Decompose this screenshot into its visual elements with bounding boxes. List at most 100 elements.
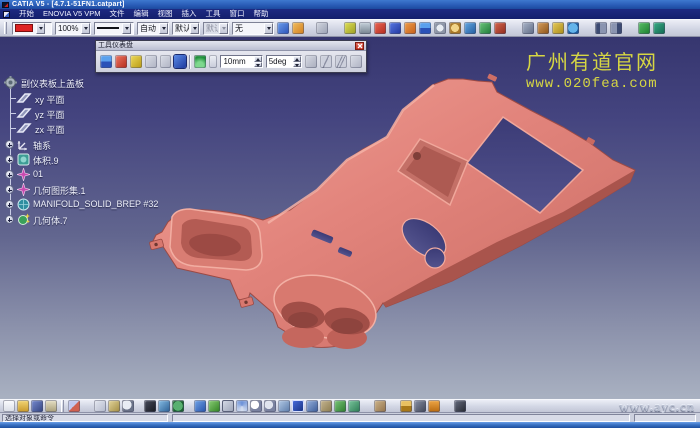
menu-start[interactable]: 开始: [19, 10, 34, 18]
pan-icon[interactable]: [222, 400, 234, 412]
expand-plus-icon[interactable]: [5, 155, 14, 164]
car-icon[interactable]: [389, 22, 401, 34]
print-icon[interactable]: [45, 400, 57, 412]
expand-plus-icon[interactable]: [5, 200, 14, 209]
tools-palette-titlebar[interactable]: 工具仪表盘: [96, 41, 366, 51]
line-type-combo[interactable]: 自动: [137, 22, 169, 35]
formula-icon[interactable]: [108, 400, 120, 412]
paint-copy-icon[interactable]: [277, 22, 289, 34]
wrench-icon[interactable]: [537, 22, 549, 34]
new-document-icon[interactable]: [3, 400, 15, 412]
search-icon[interactable]: [122, 400, 134, 412]
expand-plus-icon[interactable]: [5, 140, 14, 149]
toggle-icon[interactable]: [209, 55, 217, 68]
swatch-icon[interactable]: [144, 400, 156, 412]
chevron-down-icon[interactable]: [81, 23, 90, 34]
menu-help[interactable]: 帮助: [254, 10, 269, 18]
title-bar[interactable]: CATIA V5 - [4.7.1-51FN1.catpart]: [0, 0, 700, 9]
menu-window[interactable]: 窗口: [230, 10, 245, 18]
chevron-down-icon[interactable]: [190, 23, 199, 34]
clock-icon[interactable]: [449, 22, 461, 34]
zoom-combo[interactable]: 100%: [55, 22, 91, 35]
plane-icon: [15, 107, 32, 121]
toolbar-grip[interactable]: [4, 22, 7, 34]
geometric-set-icon: [17, 183, 30, 198]
grid-snap-icon[interactable]: [174, 55, 186, 68]
chevron-down-icon[interactable]: [122, 23, 131, 34]
recycle-icon[interactable]: [638, 22, 650, 34]
measure-icon[interactable]: [400, 400, 412, 412]
person-orange-icon[interactable]: [404, 22, 416, 34]
point-type-combo[interactable]: 默认: [172, 22, 200, 35]
torch-icon[interactable]: [130, 55, 142, 68]
normal-view-icon[interactable]: [278, 400, 290, 412]
fly-icon[interactable]: [194, 400, 206, 412]
menu-tools[interactable]: 工具: [206, 10, 221, 18]
chevron-down-icon[interactable]: [264, 23, 273, 34]
globe-icon[interactable]: [172, 400, 184, 412]
knight-icon[interactable]: [374, 22, 386, 34]
grid-angle-spinner[interactable]: 5deg: [266, 55, 303, 68]
render-style-icon[interactable]: [334, 400, 346, 412]
snap-delete-icon[interactable]: [316, 22, 328, 34]
menu-enovia[interactable]: ENOVIA V5 VPM: [43, 10, 101, 18]
render-style-2-icon[interactable]: [348, 400, 360, 412]
book-icon[interactable]: [479, 22, 491, 34]
menu-view[interactable]: 视图: [158, 10, 173, 18]
zoom-in-icon[interactable]: [250, 400, 262, 412]
prev-icon[interactable]: [595, 22, 607, 34]
expand-plus-icon[interactable]: [5, 215, 14, 224]
render-combo: 默认: [203, 22, 229, 35]
toolbar-grip[interactable]: [61, 400, 64, 412]
sort-arrows-icon[interactable]: [419, 22, 431, 34]
chevron-down-icon[interactable]: [159, 23, 168, 34]
parallel-icon: [335, 55, 347, 68]
menu-edit[interactable]: 编辑: [134, 10, 149, 18]
menu-file[interactable]: 文件: [110, 10, 125, 18]
cursor-help-icon[interactable]: [94, 400, 106, 412]
snap-x-icon[interactable]: [115, 55, 127, 68]
multi-view-icon[interactable]: [292, 400, 304, 412]
model-body[interactable]: [149, 73, 635, 349]
user-icon[interactable]: [464, 22, 476, 34]
expand-plus-icon[interactable]: [5, 185, 14, 194]
camera-icon[interactable]: [454, 400, 466, 412]
spin-down-icon[interactable]: [293, 62, 301, 68]
line-weight-combo[interactable]: [94, 22, 134, 35]
open-icon[interactable]: [17, 400, 29, 412]
fit-all-icon[interactable]: [208, 400, 220, 412]
rotate-icon[interactable]: [236, 400, 248, 412]
snap-arrows-icon[interactable]: [100, 55, 112, 68]
save-icon[interactable]: [522, 22, 534, 34]
next-icon[interactable]: [610, 22, 622, 34]
paint-brush-icon[interactable]: [292, 22, 304, 34]
circle-icon[interactable]: [434, 22, 446, 34]
dome-snap-icon[interactable]: [194, 55, 206, 68]
tree-icon[interactable]: [494, 22, 506, 34]
command-input-field[interactable]: [172, 414, 630, 422]
pencil-icon[interactable]: [552, 22, 564, 34]
box-view-icon[interactable]: [320, 400, 332, 412]
save-icon[interactable]: [31, 400, 43, 412]
layer-combo[interactable]: 无: [232, 22, 274, 35]
user-green-icon[interactable]: [653, 22, 665, 34]
link-icon[interactable]: [68, 400, 80, 412]
menu-insert[interactable]: 插入: [182, 10, 197, 18]
diamond-icon[interactable]: [344, 22, 356, 34]
iso-view-icon[interactable]: [306, 400, 318, 412]
rotate-cube-icon[interactable]: [374, 400, 386, 412]
sound-icon[interactable]: [414, 400, 426, 412]
document-menu-icon[interactable]: [3, 11, 10, 18]
3d-viewport[interactable]: 副仪表板上盖板 xy 平面 yz 平面: [0, 37, 700, 399]
graph-icon[interactable]: [158, 400, 170, 412]
chevron-down-icon[interactable]: [36, 23, 45, 34]
material-icon[interactable]: [428, 400, 440, 412]
grid-spacing-spinner[interactable]: 10mm: [220, 55, 262, 68]
expand-plus-icon[interactable]: [5, 170, 14, 179]
spin-down-icon[interactable]: [254, 62, 262, 68]
globe-icon[interactable]: [567, 22, 579, 34]
close-icon[interactable]: [355, 42, 364, 50]
battery-icon[interactable]: [359, 22, 371, 34]
zoom-out-icon[interactable]: [264, 400, 276, 412]
color-combo[interactable]: [12, 22, 52, 35]
